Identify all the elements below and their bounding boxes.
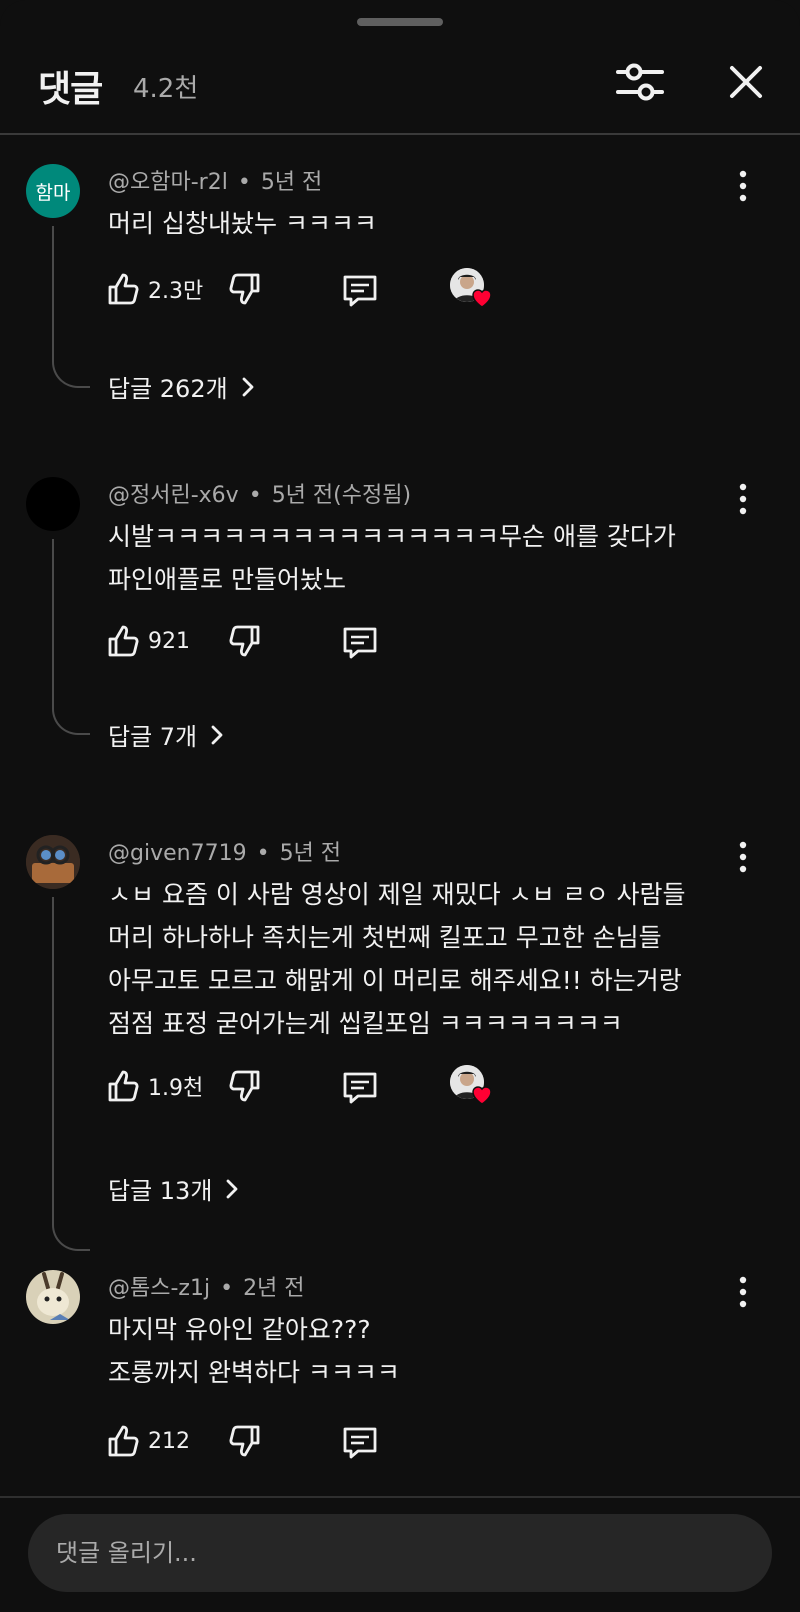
thumbs-up-icon xyxy=(108,273,139,305)
reply-button[interactable] xyxy=(340,1067,380,1107)
dislike-button[interactable] xyxy=(226,1067,264,1105)
comment-meta: @오함마-r2l • 5년 전 xyxy=(108,170,323,195)
close-button[interactable] xyxy=(718,54,774,110)
chevron-right-icon xyxy=(211,725,223,744)
more-vert-icon xyxy=(739,483,747,515)
sliders-icon xyxy=(616,63,664,101)
comment-author[interactable]: @오함마-r2l xyxy=(108,170,228,195)
comment-time: 5년 전 xyxy=(279,841,342,866)
comment-text: ㅅㅂ 요즘 이 사람 영상이 제일 재밌다 ㅅㅂ ㄹㅇ 사람들 머리 하나하나 … xyxy=(108,873,748,1045)
comment-meta: @톰스-z1j • 2년 전 xyxy=(108,1276,305,1301)
comment-line: ㅅㅂ 요즘 이 사람 영상이 제일 재밌다 ㅅㅂ ㄹㅇ 사람들 xyxy=(108,880,686,909)
replies-count: 답글 13개 xyxy=(108,1177,213,1205)
view-replies-button[interactable]: 답글 13개 xyxy=(108,1171,240,1206)
comment-count: 4.2천 xyxy=(133,74,199,104)
like-button[interactable]: 921 xyxy=(104,618,190,664)
comment-line: 점점 표정 굳어가는게 씹킬포임 ㅋㅋㅋㅋㅋㅋㅋㅋ xyxy=(108,1009,623,1038)
more-options-button[interactable] xyxy=(728,479,758,519)
chevron-right-icon xyxy=(242,377,254,396)
thumbs-down-icon xyxy=(229,625,260,657)
like-count: 921 xyxy=(148,628,190,654)
more-vert-icon xyxy=(739,1276,747,1308)
header-title: 댓글 xyxy=(38,69,103,110)
avatar[interactable] xyxy=(26,1270,80,1324)
comment-time: 5년 전 xyxy=(260,170,323,195)
replies-count: 답글 7개 xyxy=(108,723,198,751)
sort-filter-button[interactable] xyxy=(612,54,668,110)
more-vert-icon xyxy=(739,170,747,202)
like-count: 2.3만 xyxy=(148,279,204,304)
thumbs-up-icon xyxy=(108,625,139,657)
avatar[interactable]: 함마 xyxy=(26,164,80,218)
thread-line xyxy=(52,897,90,1251)
view-replies-button[interactable]: 답글 262개 xyxy=(108,369,256,404)
reply-button[interactable] xyxy=(340,270,380,310)
comment-time: 2년 전 xyxy=(243,1276,305,1301)
thread-line xyxy=(52,226,90,388)
comment-line: 조롱까지 완벽하다 ㅋㅋㅋㅋ xyxy=(108,1358,400,1387)
comment-actions: 1.9천 xyxy=(104,1063,524,1109)
dislike-button[interactable] xyxy=(226,622,264,660)
reply-button[interactable] xyxy=(340,622,380,662)
creator-heart-badge xyxy=(450,1065,492,1107)
comment-meta: @정서린-x6v • 5년 전(수정됨) xyxy=(108,483,412,508)
comment-actions: 212 xyxy=(104,1418,524,1464)
chevron-right-icon xyxy=(227,1179,238,1198)
like-count: 212 xyxy=(148,1428,190,1454)
dislike-button[interactable] xyxy=(226,1422,264,1460)
more-options-button[interactable] xyxy=(728,166,758,206)
like-button[interactable]: 2.3만 xyxy=(104,266,203,312)
comment-text: 마지막 유아인 같아요??? 조롱까지 완벽하다 ㅋㅋㅋㅋ xyxy=(108,1308,748,1394)
comment-text: 시발ㅋㅋㅋㅋㅋㅋㅋㅋㅋㅋㅋㅋㅋㅋㅋ무슨 애를 갖다가 파인애플로 만들어놨노 xyxy=(108,515,748,601)
thumbs-down-icon xyxy=(229,1425,260,1457)
comment-input[interactable] xyxy=(56,1514,746,1592)
close-icon xyxy=(730,66,762,98)
comment-meta: @given7719 • 5년 전 xyxy=(108,841,342,866)
more-options-button[interactable] xyxy=(728,837,758,877)
dislike-button[interactable] xyxy=(226,270,264,308)
comment-author[interactable]: @톰스-z1j xyxy=(108,1276,210,1301)
comment-composer[interactable] xyxy=(28,1514,772,1592)
heart-icon xyxy=(472,1086,492,1105)
reply-comment-icon xyxy=(343,1072,377,1104)
thumbs-up-icon xyxy=(108,1070,139,1102)
drag-handle[interactable] xyxy=(357,18,443,26)
creator-heart-badge xyxy=(450,268,492,310)
comment-line: 아무고토 모르고 해맑게 이 머리로 해주세요!! 하는거랑 xyxy=(108,966,682,995)
avatar[interactable] xyxy=(26,477,80,531)
comments-sheet: 댓글 4.2천 함마 @오함마-r2l • 5년 전 머리 십창내놨누 ㅋㅋㅋㅋ… xyxy=(0,0,800,1612)
thread-line xyxy=(52,539,90,735)
comment-line: 파인애플로 만들어놨노 xyxy=(108,565,346,594)
comment-line: 머리 십창내놨누 ㅋㅋㅋㅋ xyxy=(108,209,377,238)
comment-author[interactable]: @given7719 xyxy=(108,841,247,866)
more-vert-icon xyxy=(739,841,747,873)
header-divider xyxy=(0,133,800,135)
replies-count: 답글 262개 xyxy=(108,375,228,403)
comments-header: 댓글 4.2천 xyxy=(0,40,800,134)
comment-time: 5년 전(수정됨) xyxy=(271,483,412,508)
like-count: 1.9천 xyxy=(148,1076,204,1101)
more-options-button[interactable] xyxy=(728,1272,758,1312)
composer-divider xyxy=(0,1496,800,1498)
reply-comment-icon xyxy=(343,1427,377,1459)
comment-actions: 2.3만 xyxy=(104,266,524,312)
thumbs-down-icon xyxy=(229,1070,260,1102)
avatar[interactable] xyxy=(26,835,80,889)
comment-line: 마지막 유아인 같아요??? xyxy=(108,1315,371,1344)
reply-comment-icon xyxy=(343,627,377,659)
like-button[interactable]: 212 xyxy=(104,1418,190,1464)
comment-author[interactable]: @정서린-x6v xyxy=(108,483,239,508)
view-replies-button[interactable]: 답글 7개 xyxy=(108,717,225,752)
heart-icon xyxy=(472,289,492,308)
thumbs-up-icon xyxy=(108,1425,139,1457)
like-button[interactable]: 1.9천 xyxy=(104,1063,203,1109)
comment-line: 머리 하나하나 족치는게 첫번째 킬포고 무고한 손님들 xyxy=(108,923,662,952)
reply-comment-icon xyxy=(343,275,377,307)
comment-line: 시발ㅋㅋㅋㅋㅋㅋㅋㅋㅋㅋㅋㅋㅋㅋㅋ무슨 애를 갖다가 xyxy=(108,522,676,551)
reply-button[interactable] xyxy=(340,1422,380,1462)
thumbs-down-icon xyxy=(229,273,260,305)
comment-actions: 921 xyxy=(104,618,524,664)
comment-text: 머리 십창내놨누 ㅋㅋㅋㅋ xyxy=(108,202,748,245)
